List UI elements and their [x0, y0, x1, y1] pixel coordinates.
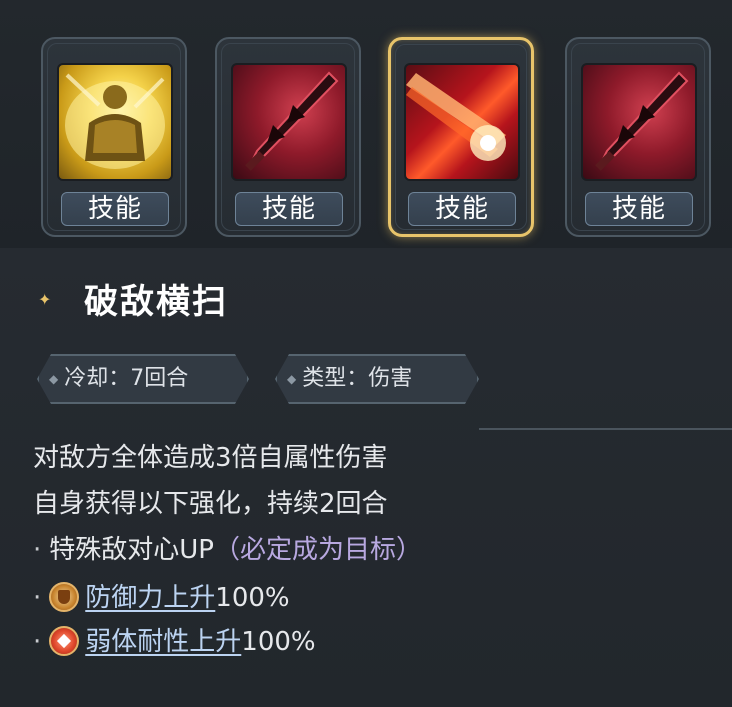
skill-slot-1[interactable]: 技能: [41, 37, 187, 237]
debuff-resist-up-value: 100%: [241, 627, 316, 657]
type-text: 类型：伤害: [302, 366, 413, 391]
skill-slot-2-label: 技能: [235, 192, 343, 226]
desc-bullet-1: · 特殊敌对心UP（必定成为目标）: [33, 532, 422, 568]
bullet-dot: ·: [33, 535, 42, 565]
divider: [479, 428, 732, 430]
debuff-resist-up-link[interactable]: 弱体耐性上升: [85, 627, 241, 657]
defense-up-icon: [49, 582, 80, 612]
skill-title: 破敌横扫: [84, 282, 228, 322]
skill-slot-4-label: 技能: [585, 192, 693, 226]
diamond-icon: ◆: [287, 372, 297, 386]
red-slash-beam-icon: [404, 63, 520, 181]
aggro-up-text: 特殊敌对心UP: [49, 535, 214, 565]
sparkle-icon: ✦: [38, 290, 52, 309]
crimson-greatsword-icon: [581, 63, 697, 181]
desc-line-2: 自身获得以下强化，持续2回合: [33, 489, 388, 519]
diamond-icon: ◆: [49, 372, 59, 386]
desc-line-1: 对敌方全体造成3倍自属性伤害: [33, 443, 388, 473]
aggro-up-note: （必定成为目标）: [213, 535, 422, 565]
skill-slot-3[interactable]: 技能: [388, 37, 534, 237]
defense-up-link[interactable]: 防御力上升: [85, 583, 215, 613]
cooldown-text: 冷却：7回合: [64, 366, 189, 391]
desc-bullet-3: · 弱体耐性上升100%: [33, 624, 316, 660]
defense-up-value: 100%: [215, 583, 290, 613]
golden-armor-warrior-icon: [57, 63, 173, 181]
debuff-resist-up-icon: [49, 626, 80, 656]
skill-slot-2[interactable]: 技能: [215, 37, 361, 237]
desc-bullet-2: · 防御力上升100%: [33, 580, 290, 616]
cooldown-tag: ◆ 冷却：7回合: [37, 354, 249, 404]
skill-slot-4[interactable]: 技能: [565, 37, 711, 237]
crimson-greatsword-icon: [231, 63, 347, 181]
bullet-dot: ·: [33, 627, 42, 657]
type-tag: ◆ 类型：伤害: [275, 354, 479, 404]
bullet-dot: ·: [33, 583, 42, 613]
skill-slot-1-label: 技能: [61, 192, 169, 226]
skill-slot-3-label: 技能: [408, 192, 516, 226]
